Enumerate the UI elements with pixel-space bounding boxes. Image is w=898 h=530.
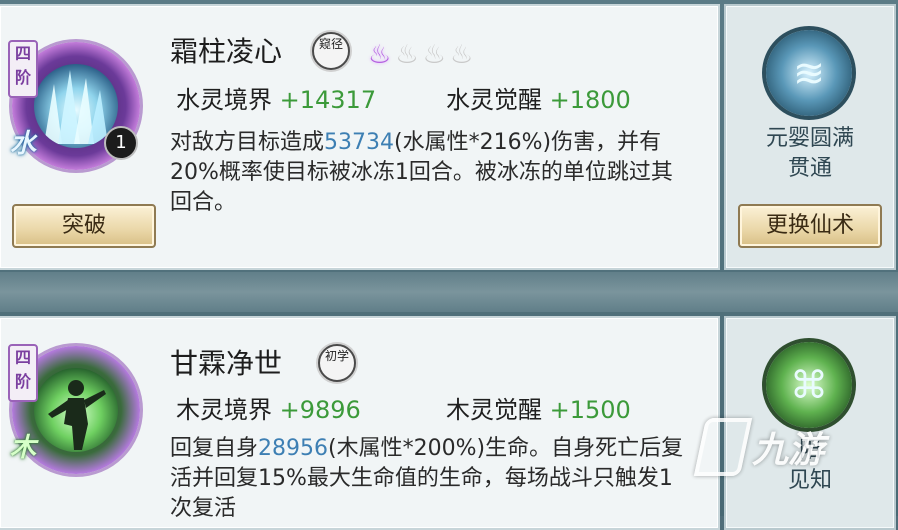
side-panel-1: ≋ 元婴圆满 贯通 更换仙术: [724, 4, 896, 270]
watermark-text: 九游: [752, 430, 825, 471]
skill-screen: 四阶 水 1 突破 霜柱凌心 窥径 ♨ ♨ ♨ ♨ 水灵境界 +14317 水灵…: [0, 0, 898, 530]
skill-name: 霜柱凌心: [170, 35, 283, 68]
panel-divider: [0, 272, 898, 312]
skill-card-2: 四阶 木 甘霖净世 初学 木灵境界 +9896 木灵觉醒 +1500 回复自身2…: [0, 316, 720, 530]
awakening-stat: 木灵觉醒 +1500: [446, 390, 631, 425]
awakening-label: 木灵觉醒: [446, 396, 542, 424]
desc-text-pre: 对敌方目标造成: [170, 130, 325, 155]
skill-card-1: 四阶 水 1 突破 霜柱凌心 窥径 ♨ ♨ ♨ ♨ 水灵境界 +14317 水灵…: [0, 4, 720, 270]
flame-icon: ♨: [395, 40, 419, 70]
desc-text-pre: 回复自身: [170, 436, 259, 461]
element-water-label: 水: [10, 129, 37, 159]
cultivation-status-line2: 贯通: [787, 156, 832, 181]
realm-label: 木灵境界: [176, 396, 272, 424]
awakening-stat: 水灵觉醒 +1800: [446, 80, 631, 115]
tier-badge: 四阶: [8, 40, 38, 98]
figure-revive-icon: [34, 368, 118, 452]
realm-label: 水灵境界: [176, 86, 272, 114]
cultivation-status-line1: 元婴圆满: [765, 126, 854, 151]
flame-icon: ♨: [449, 40, 474, 70]
realm-stat: 水灵境界 +14317: [176, 80, 376, 115]
awakening-value: +1800: [549, 86, 631, 114]
skill-icon-sweet-rain[interactable]: 四阶 木: [8, 344, 140, 474]
skill-count-badge: 1: [104, 126, 138, 160]
realm-stat: 木灵境界 +9896: [176, 390, 361, 425]
grade-seal: 窥径: [312, 32, 350, 70]
element-wood-label: 木: [10, 433, 37, 463]
watermark: 九游: [693, 418, 825, 476]
flame-rating: ♨ ♨ ♨ ♨: [368, 42, 473, 68]
skill-description: 对敌方目标造成53734(水属性*216%)伤害，并有20%概率使目标被冰冻1回…: [170, 128, 690, 218]
wood-dragon-icon: ⌘: [766, 342, 852, 428]
realm-value: +14317: [279, 86, 377, 114]
realm-value: +9896: [279, 396, 361, 424]
skill-description: 回复自身28956(木属性*200%)生命。自身死亡后复活并回复15%最大生命值…: [170, 434, 690, 524]
damage-value: 53734: [324, 130, 395, 155]
awakening-value: +1500: [549, 396, 631, 424]
grade-seal: 初学: [318, 344, 356, 382]
water-dragon-icon: ≋: [766, 30, 852, 116]
skill-icon-frozen-pillar[interactable]: 四阶 水 1: [8, 40, 140, 170]
tier-badge: 四阶: [8, 344, 38, 402]
change-skill-button[interactable]: 更换仙术: [738, 204, 882, 248]
heal-value: 28956: [258, 436, 329, 461]
watermark-logo-icon: [693, 418, 753, 476]
skill-name: 甘霖净世: [170, 347, 283, 380]
flame-icon: ♨: [368, 40, 392, 70]
awakening-label: 水灵觉醒: [446, 86, 542, 114]
flame-icon: ♨: [422, 40, 446, 70]
breakthrough-button[interactable]: 突破: [12, 204, 156, 248]
